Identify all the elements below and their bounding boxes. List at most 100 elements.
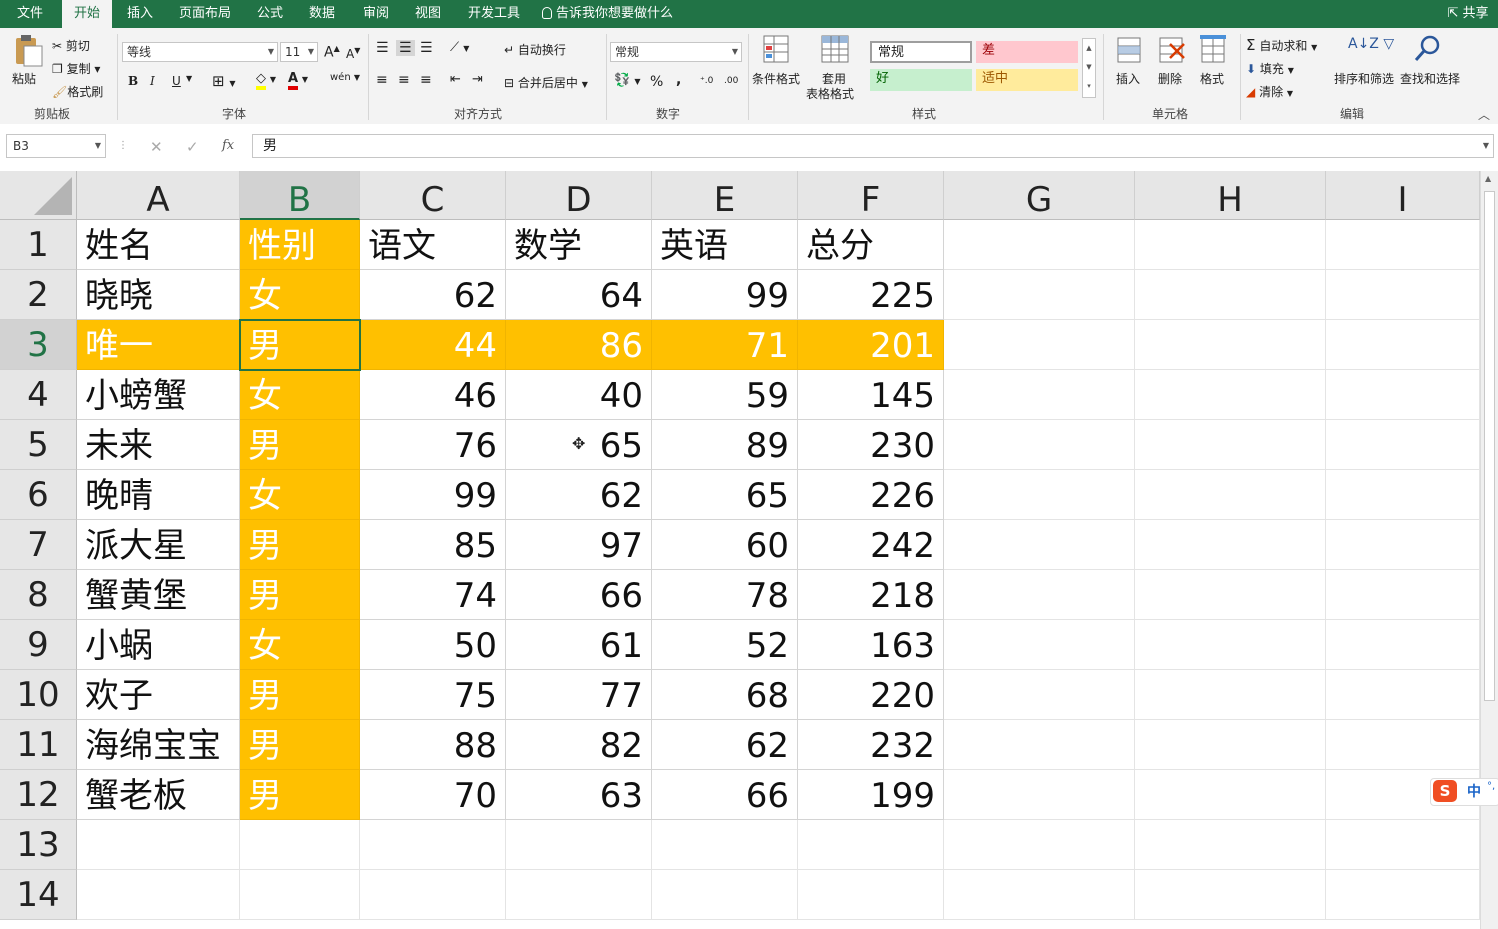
align-right-button[interactable]: ≡ [420, 72, 432, 88]
tell-me-search[interactable]: 告诉我你想要做什么 [542, 0, 676, 28]
insert-cells-button[interactable] [1114, 34, 1144, 66]
increase-indent-button[interactable]: ⇥ [472, 72, 483, 87]
align-left-button[interactable]: ≡ [376, 72, 388, 88]
comma-button[interactable]: , [676, 72, 681, 88]
empty-cell[interactable] [360, 870, 506, 920]
column-header-d[interactable]: D [506, 171, 652, 220]
find-select-button[interactable] [1412, 34, 1442, 67]
table-cell[interactable]: 68 [652, 670, 798, 720]
align-middle-button[interactable]: ☰ [396, 40, 415, 56]
table-cell[interactable]: 男 [240, 520, 360, 570]
table-cell[interactable]: 男 [240, 570, 360, 620]
format-cells-button[interactable] [1198, 34, 1228, 66]
empty-cell[interactable] [652, 820, 798, 870]
empty-cell[interactable] [240, 870, 360, 920]
table-cell[interactable]: 226 [798, 470, 944, 520]
table-cell[interactable]: 海绵宝宝 [77, 720, 240, 770]
scrollbar-thumb[interactable] [1484, 191, 1495, 701]
enter-icon[interactable]: ✓ [186, 138, 199, 156]
conditional-format-button[interactable] [762, 34, 792, 66]
ime-toolbar[interactable]: S 中 °, [1430, 778, 1498, 806]
empty-cell[interactable] [798, 820, 944, 870]
table-cell[interactable]: 89 [652, 420, 798, 470]
empty-cell[interactable] [506, 870, 652, 920]
empty-cell[interactable] [1135, 670, 1326, 720]
row-header-1[interactable]: 1 [0, 220, 77, 270]
table-cell[interactable]: 66 [652, 770, 798, 820]
empty-cell[interactable] [1135, 870, 1326, 920]
formula-input[interactable]: 男 ▼ [252, 134, 1494, 158]
column-header-c[interactable]: C [360, 171, 506, 220]
increase-font-button[interactable]: A▲ [324, 44, 340, 61]
empty-cell[interactable] [944, 670, 1135, 720]
empty-cell[interactable] [1326, 520, 1480, 570]
column-header-b[interactable]: B [240, 171, 360, 220]
empty-cell[interactable] [1326, 320, 1480, 370]
table-cell[interactable]: 77 [506, 670, 652, 720]
table-cell[interactable]: 82 [506, 720, 652, 770]
empty-cell[interactable] [944, 570, 1135, 620]
table-cell[interactable]: 99 [360, 470, 506, 520]
table-cell[interactable]: 女 [240, 370, 360, 420]
column-header-g[interactable]: G [944, 171, 1135, 220]
font-size-select[interactable]: 11 ▼ [280, 42, 318, 62]
empty-cell[interactable] [944, 270, 1135, 320]
table-cell[interactable]: 59 [652, 370, 798, 420]
empty-cell[interactable] [1326, 620, 1480, 670]
bold-button[interactable]: B [128, 74, 138, 88]
table-cell[interactable]: 欢子 [77, 670, 240, 720]
orientation-button[interactable]: ⟋ ▼ [450, 40, 469, 55]
empty-cell[interactable] [944, 770, 1135, 820]
table-cell[interactable]: 40 [506, 370, 652, 420]
table-cell[interactable]: 蟹黄堡 [77, 570, 240, 620]
empty-cell[interactable] [1135, 620, 1326, 670]
clear-button[interactable]: ◢ 清除 ▼ [1246, 83, 1293, 100]
table-cell[interactable]: 64 [506, 270, 652, 320]
table-cell[interactable]: 50 [360, 620, 506, 670]
table-cell[interactable]: 230 [798, 420, 944, 470]
table-cell[interactable]: 99 [652, 270, 798, 320]
style-bad[interactable]: 差 [976, 41, 1078, 63]
table-cell[interactable]: 男 [240, 720, 360, 770]
table-cell[interactable]: 小蜗 [77, 620, 240, 670]
table-cell[interactable]: 男 [240, 770, 360, 820]
decrease-font-button[interactable]: A▼ [346, 46, 360, 61]
row-header-10[interactable]: 10 [0, 670, 77, 720]
table-cell[interactable]: 66 [506, 570, 652, 620]
column-header-h[interactable]: H [1135, 171, 1326, 220]
empty-cell[interactable] [1326, 820, 1480, 870]
row-header-6[interactable]: 6 [0, 470, 77, 520]
decrease-indent-button[interactable]: ⇤ [450, 72, 461, 87]
row-header-12[interactable]: 12 [0, 770, 77, 820]
empty-cell[interactable] [944, 620, 1135, 670]
delete-cells-button[interactable] [1156, 34, 1186, 66]
font-color-button[interactable]: A ▼ [288, 71, 308, 90]
empty-cell[interactable] [1135, 470, 1326, 520]
column-header-a[interactable]: A [77, 171, 240, 220]
tab-developer[interactable]: 开发工具 [462, 0, 526, 28]
font-name-select[interactable]: 等线 ▼ [122, 42, 278, 62]
table-cell[interactable]: 163 [798, 620, 944, 670]
autosum-button[interactable]: Σ 自动求和 ▼ [1246, 36, 1317, 54]
underline-button[interactable]: U [172, 74, 181, 88]
decrease-decimal-button[interactable]: .00 [724, 76, 738, 86]
tab-home[interactable]: 开始 [62, 0, 112, 30]
borders-button[interactable]: ⊞ ▼ [212, 72, 236, 90]
style-normal[interactable]: 常规 [870, 41, 972, 63]
table-cell[interactable]: 小螃蟹 [77, 370, 240, 420]
align-bottom-button[interactable]: ☰ [420, 40, 433, 56]
empty-cell[interactable] [506, 820, 652, 870]
fill-color-button[interactable]: ◇ ▼ [256, 71, 276, 90]
header-cell[interactable]: 英语 [652, 220, 798, 270]
row-header-8[interactable]: 8 [0, 570, 77, 620]
table-cell[interactable]: 60 [652, 520, 798, 570]
empty-cell[interactable] [1135, 570, 1326, 620]
table-cell[interactable]: 蟹老板 [77, 770, 240, 820]
empty-cell[interactable] [944, 220, 1135, 270]
phonetic-button[interactable]: wén ▼ [330, 72, 360, 83]
table-cell[interactable]: 晚晴 [77, 470, 240, 520]
style-neutral[interactable]: 适中 [976, 69, 1078, 91]
empty-cell[interactable] [944, 320, 1135, 370]
scroll-up-icon[interactable]: ▲ [1485, 174, 1491, 183]
row-header-5[interactable]: 5 [0, 420, 77, 470]
